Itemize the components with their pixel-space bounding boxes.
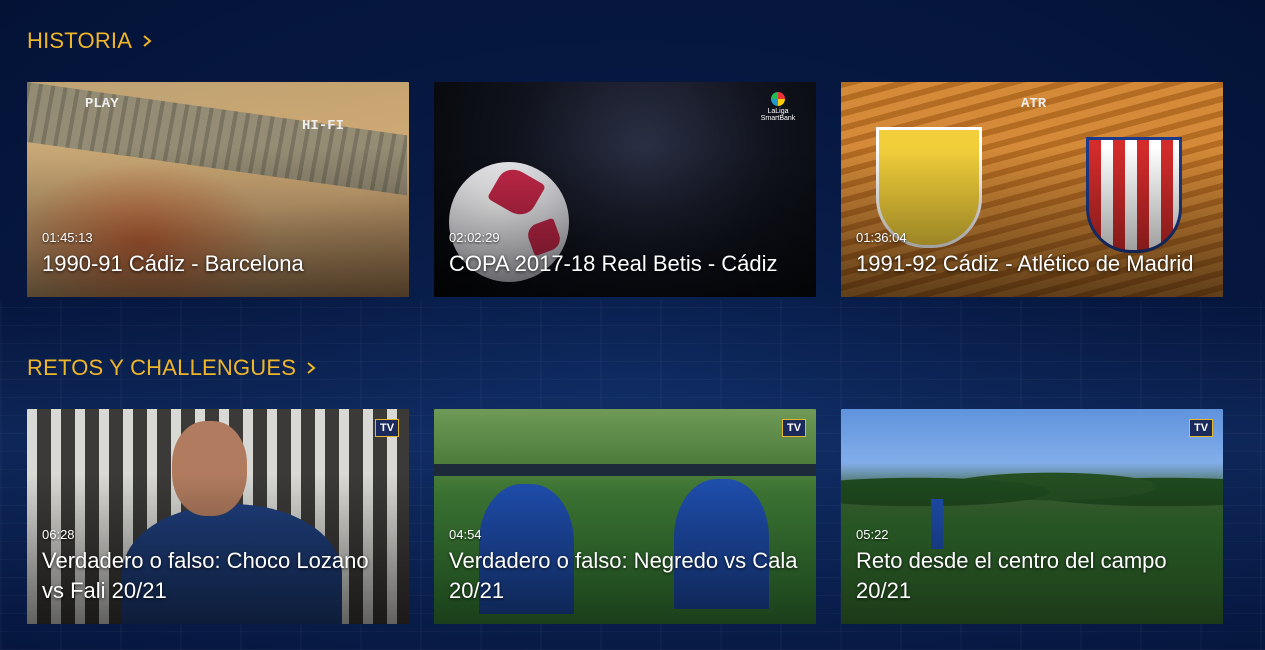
section-retos: RETOS Y CHALLENGUES <box>27 355 318 381</box>
laliga-logo: LaLiga SmartBank <box>760 92 796 122</box>
video-title: 1990-91 Cádiz - Barcelona <box>42 251 304 276</box>
video-card[interactable]: TV 04:54 Verdadero o falso: Negredo vs C… <box>434 409 816 624</box>
video-title: COPA 2017-18 Real Betis - Cádiz <box>449 251 778 276</box>
card-meta: 01:45:13 1990-91 Cádiz - Barcelona <box>42 230 394 279</box>
video-duration: 01:45:13 <box>42 230 93 245</box>
video-card[interactable]: TV 06:28 Verdadero o falso: Choco Lozano… <box>27 409 409 624</box>
cards-row-retos: TV 06:28 Verdadero o falso: Choco Lozano… <box>27 409 1223 624</box>
chevron-right-icon <box>307 362 316 374</box>
section-historia: HISTORIA <box>27 28 154 54</box>
video-card[interactable]: LaLiga SmartBank 02:02:29 COPA 2017-18 R… <box>434 82 816 297</box>
chevron-right-icon <box>143 35 152 47</box>
video-card[interactable]: ATR 01:36:04 1991-92 Cádiz - Atlético de… <box>841 82 1223 297</box>
video-duration: 05:22 <box>856 527 889 542</box>
video-card[interactable]: PLAY HI-FI 01:45:13 1990-91 Cádiz - Barc… <box>27 82 409 297</box>
logo-brand-top: LaLiga <box>767 108 789 115</box>
section-title-historia[interactable]: HISTORIA <box>27 28 154 54</box>
logo-brand-bottom: SmartBank <box>760 115 796 122</box>
video-duration: 02:02:29 <box>449 230 500 245</box>
cards-row-historia: PLAY HI-FI 01:45:13 1990-91 Cádiz - Barc… <box>27 82 1223 297</box>
card-meta: 04:54 Verdadero o falso: Negredo vs Cala… <box>449 527 801 606</box>
video-title: 1991-92 Cádiz - Atlético de Madrid <box>856 251 1194 276</box>
cadiz-tv-logo: TV <box>1189 419 1213 437</box>
section-title-retos[interactable]: RETOS Y CHALLENGUES <box>27 355 318 381</box>
video-duration: 04:54 <box>449 527 482 542</box>
vhs-osd-right: HI-FI <box>302 118 345 134</box>
section-title-label: RETOS Y CHALLENGUES <box>27 355 297 380</box>
vhs-osd-right: ATR <box>1021 96 1047 112</box>
card-meta: 06:28 Verdadero o falso: Choco Lozano vs… <box>42 527 394 606</box>
cadiz-tv-logo: TV <box>782 419 806 437</box>
card-meta: 02:02:29 COPA 2017-18 Real Betis - Cádiz <box>449 230 801 279</box>
vhs-osd-left: PLAY <box>85 96 119 112</box>
video-card[interactable]: TV 05:22 Reto desde el centro del campo … <box>841 409 1223 624</box>
video-title: Reto desde el centro del campo 20/21 <box>856 548 1167 603</box>
video-title: Verdadero o falso: Choco Lozano vs Fali … <box>42 548 369 603</box>
card-meta: 01:36:04 1991-92 Cádiz - Atlético de Mad… <box>856 230 1208 279</box>
section-title-label: HISTORIA <box>27 28 133 53</box>
video-title: Verdadero o falso: Negredo vs Cala 20/21 <box>449 548 798 603</box>
cadiz-tv-logo: TV <box>375 419 399 437</box>
video-duration: 06:28 <box>42 527 75 542</box>
card-meta: 05:22 Reto desde el centro del campo 20/… <box>856 527 1208 606</box>
video-duration: 01:36:04 <box>856 230 907 245</box>
